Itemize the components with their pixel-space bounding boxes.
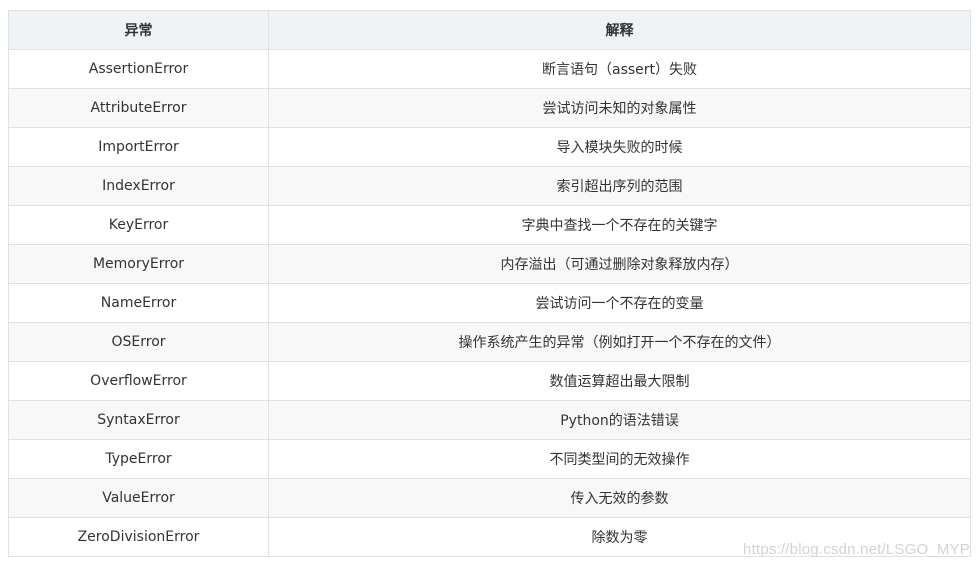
exception-description: Python的语法错误 [268, 400, 971, 440]
exception-name: KeyError [8, 205, 269, 245]
table-row: OSError 操作系统产生的异常（例如打开一个不存在的文件） [8, 322, 971, 362]
exception-description: 断言语句（assert）失败 [268, 49, 971, 89]
table-row: ImportError 导入模块失败的时候 [8, 127, 971, 167]
exception-description: 操作系统产生的异常（例如打开一个不存在的文件） [268, 322, 971, 362]
exception-name: IndexError [8, 166, 269, 206]
table-row: OverflowError 数值运算超出最大限制 [8, 361, 971, 401]
exception-name: ImportError [8, 127, 269, 167]
table-row: ValueError 传入无效的参数 [8, 478, 971, 518]
exception-description: 尝试访问一个不存在的变量 [268, 283, 971, 323]
exception-table: 异常 解释 AssertionError 断言语句（assert）失败 Attr… [8, 10, 971, 557]
table-row: NameError 尝试访问一个不存在的变量 [8, 283, 971, 323]
exception-description: 字典中查找一个不存在的关键字 [268, 205, 971, 245]
table-row: AssertionError 断言语句（assert）失败 [8, 49, 971, 89]
table-row: KeyError 字典中查找一个不存在的关键字 [8, 205, 971, 245]
header-exception: 异常 [8, 10, 269, 50]
table-row: IndexError 索引超出序列的范围 [8, 166, 971, 206]
table-header: 异常 解释 [8, 10, 971, 50]
exception-name: AssertionError [8, 49, 269, 89]
table-row: TypeError 不同类型间的无效操作 [8, 439, 971, 479]
exception-description: 内存溢出（可通过删除对象释放内存） [268, 244, 971, 284]
table-row: MemoryError 内存溢出（可通过删除对象释放内存） [8, 244, 971, 284]
exception-description: 不同类型间的无效操作 [268, 439, 971, 479]
table-body: AssertionError 断言语句（assert）失败 AttributeE… [8, 49, 971, 557]
exception-name: MemoryError [8, 244, 269, 284]
exception-name: TypeError [8, 439, 269, 479]
header-explanation: 解释 [268, 10, 971, 50]
exception-name: ZeroDivisionError [8, 517, 269, 557]
exception-description: 尝试访问未知的对象属性 [268, 88, 971, 128]
exception-description: 数值运算超出最大限制 [268, 361, 971, 401]
exception-table-container: 异常 解释 AssertionError 断言语句（assert）失败 Attr… [8, 10, 971, 557]
table-row: AttributeError 尝试访问未知的对象属性 [8, 88, 971, 128]
exception-name: OverflowError [8, 361, 269, 401]
header-row: 异常 解释 [8, 10, 971, 50]
exception-name: AttributeError [8, 88, 269, 128]
exception-description: 索引超出序列的范围 [268, 166, 971, 206]
table-row: SyntaxError Python的语法错误 [8, 400, 971, 440]
exception-description: 传入无效的参数 [268, 478, 971, 518]
exception-description: 导入模块失败的时候 [268, 127, 971, 167]
exception-name: OSError [8, 322, 269, 362]
exception-name: ValueError [8, 478, 269, 518]
watermark-text: https://blog.csdn.net/LSGO_MYP [743, 541, 970, 558]
exception-name: SyntaxError [8, 400, 269, 440]
exception-name: NameError [8, 283, 269, 323]
